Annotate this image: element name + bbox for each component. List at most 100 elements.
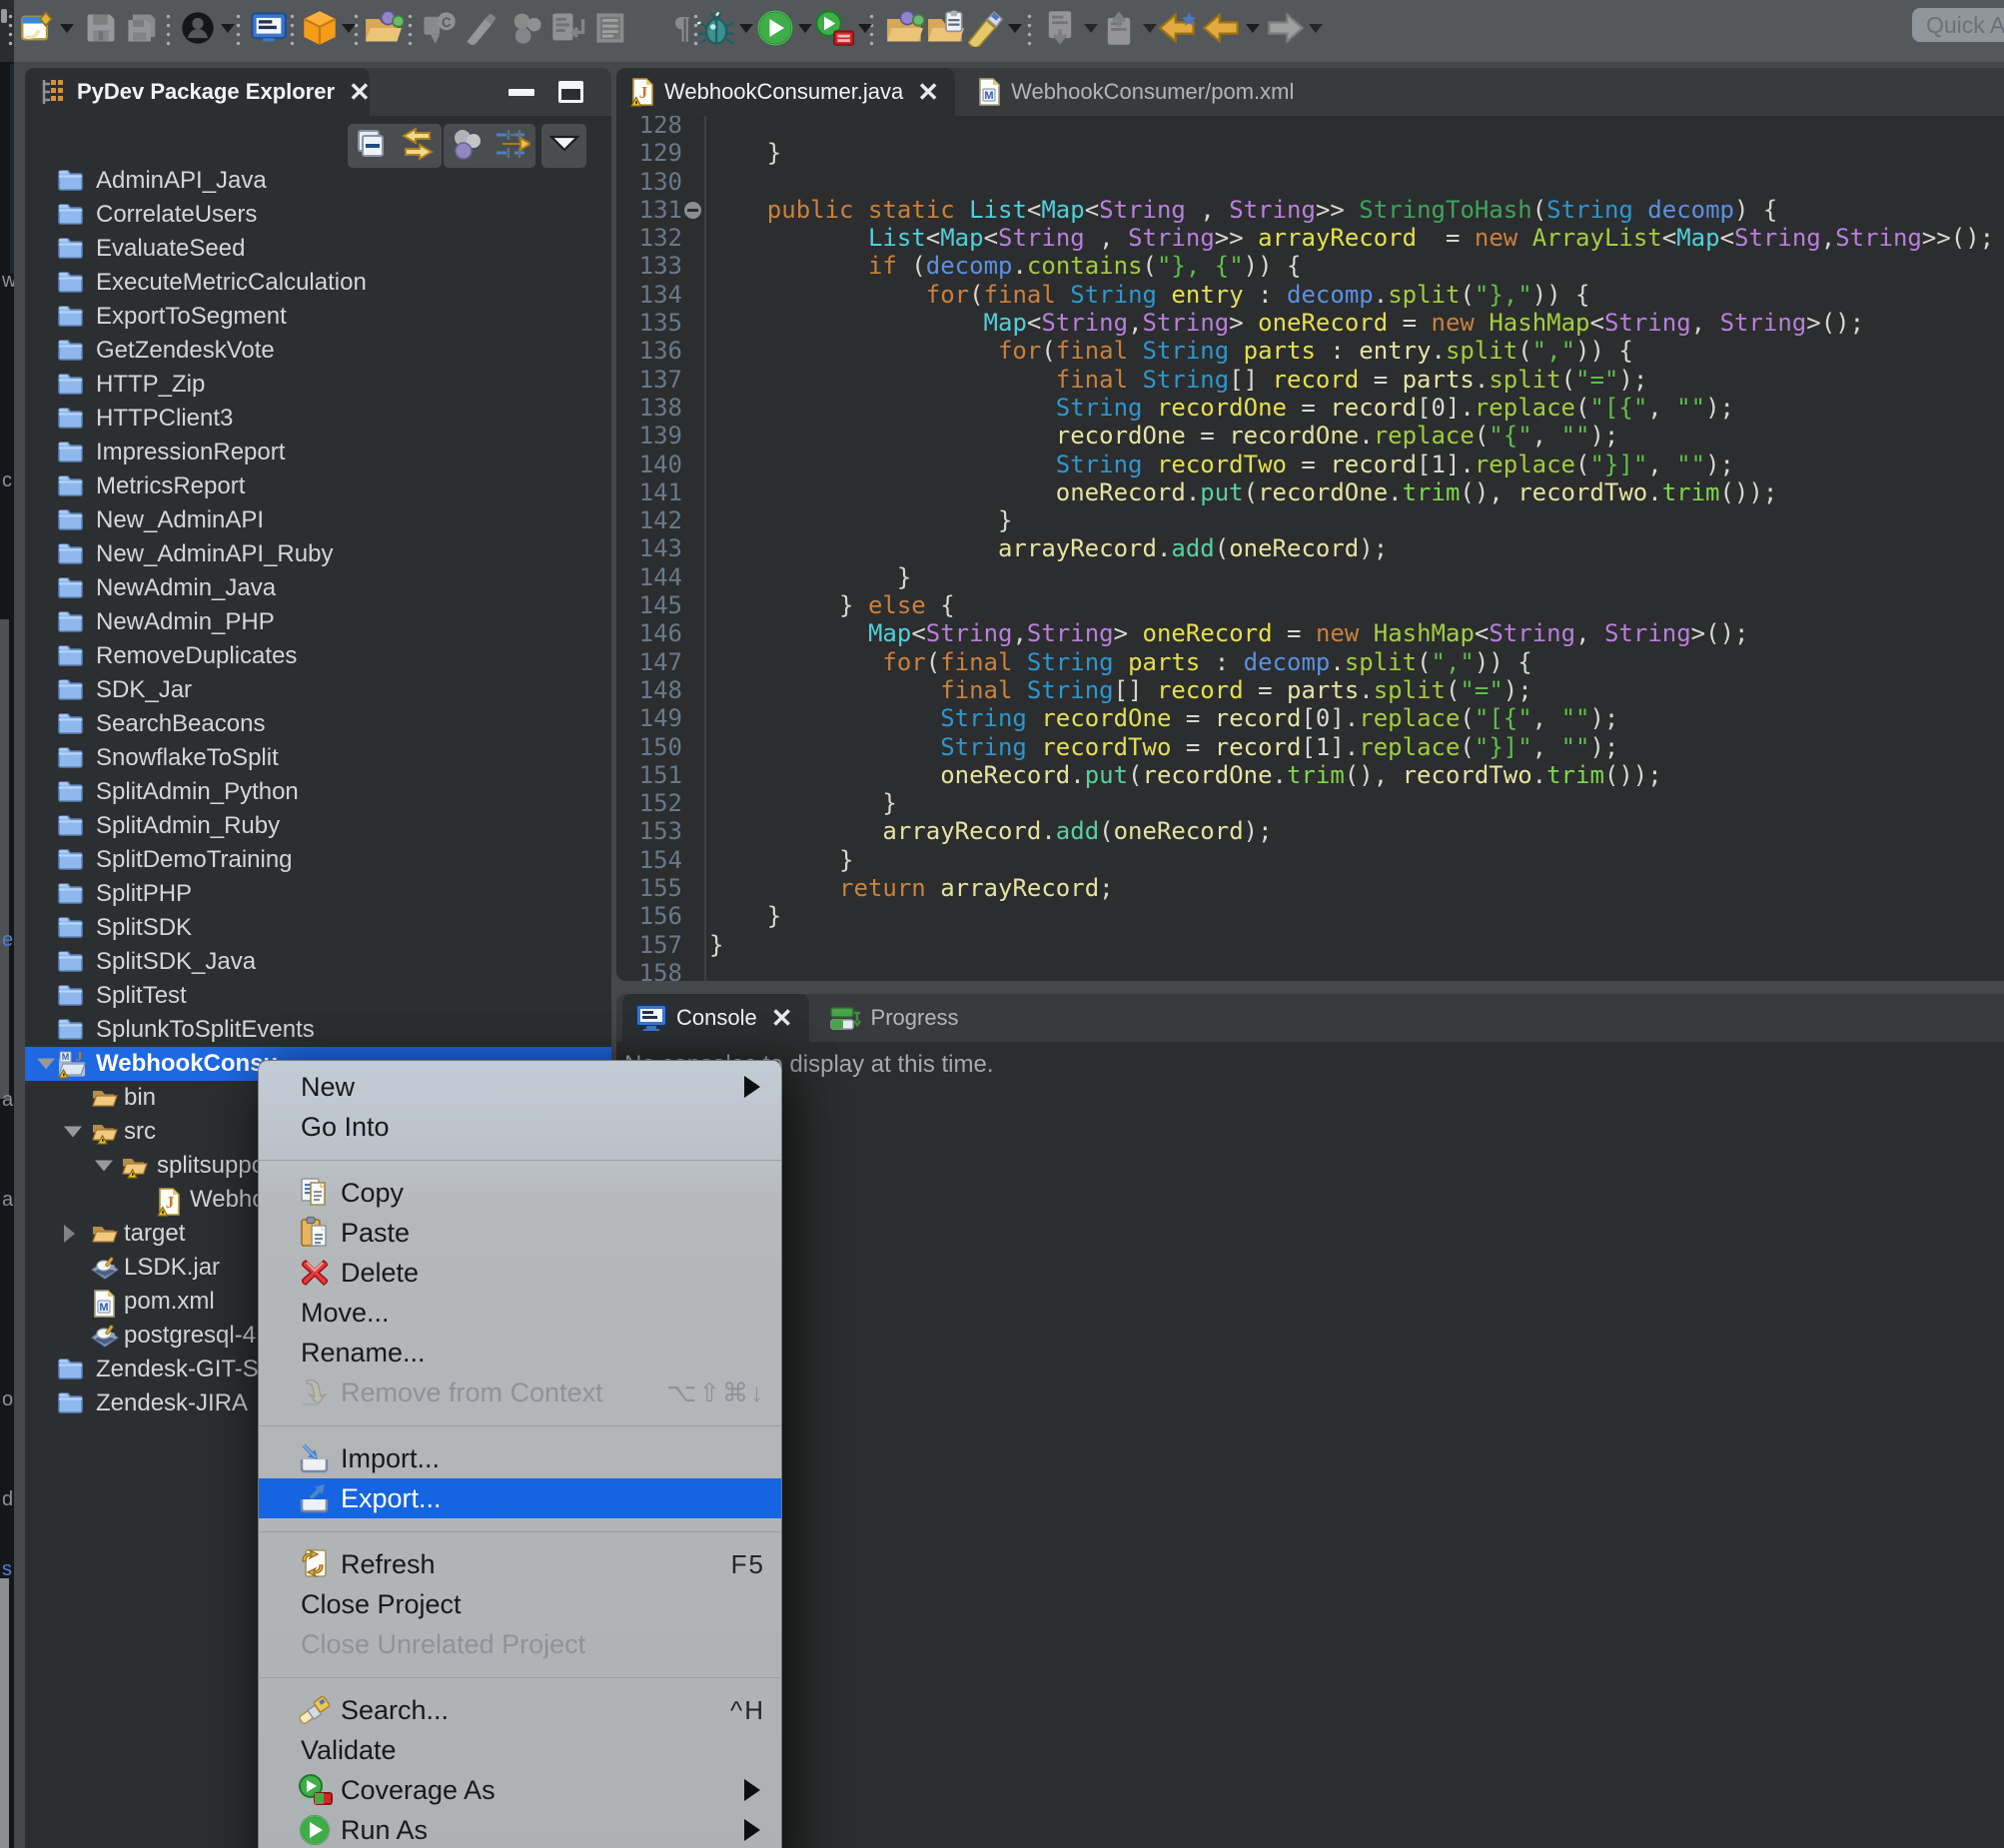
menu-item-validate[interactable]: Validate (259, 1730, 781, 1770)
expand-arrow-icon[interactable] (64, 1225, 75, 1243)
tree-item-snowflaketosplit[interactable]: SnowflakeToSplit (25, 741, 611, 775)
tab-console[interactable]: Console✕ (622, 994, 809, 1042)
close-explorer-tab-icon[interactable]: ✕ (349, 79, 371, 105)
svg-text:M: M (99, 1302, 108, 1314)
view-menu-button[interactable] (549, 135, 579, 157)
previous-annotation-dropdown-icon[interactable] (1143, 24, 1157, 33)
close-tab-icon[interactable]: ✕ (917, 79, 939, 105)
mark-occurrences-dropdown-icon[interactable] (1008, 24, 1022, 33)
tree-item-splitadmin-ruby[interactable]: SplitAdmin_Ruby (25, 809, 611, 843)
run-dropdown-icon[interactable] (798, 24, 812, 33)
debug-button[interactable] (697, 8, 753, 48)
new-wizard-button[interactable] (22, 8, 74, 48)
tree-item-executemetriccalculation[interactable]: ExecuteMetricCalculation (25, 266, 611, 300)
menu-item-search[interactable]: Search...^H (259, 1690, 781, 1730)
focus-task-button[interactable] (450, 128, 484, 165)
collapse-arrow-icon[interactable] (95, 1161, 113, 1172)
collapse-all-button[interactable] (354, 127, 388, 166)
mark-occurrences-button[interactable] (966, 8, 1022, 48)
tab-webhookconsumer-pom-xml[interactable]: MWebhookConsumer/pom.xml (963, 68, 1310, 116)
tab-pydev-package-explorer[interactable]: PyDev Package Explorer ✕ (25, 68, 370, 116)
code-line-151: 151 oneRecord.put(recordOne.trim(), reco… (616, 761, 2004, 789)
close-tab-icon[interactable]: ✕ (771, 1005, 793, 1031)
code-text: if (decomp.contains("}, {")) { (709, 252, 1301, 280)
code-line-158: 158 (616, 959, 2004, 981)
tree-item-splitphp[interactable]: SplitPHP (25, 877, 611, 911)
tree-item-metricsreport[interactable]: MetricsReport (25, 469, 611, 503)
menu-item-new[interactable]: New (259, 1067, 781, 1107)
minimize-view-icon[interactable] (508, 89, 534, 96)
quick-access-box[interactable]: Quick A (1912, 8, 2004, 42)
menu-item-label: Run As (341, 1815, 428, 1846)
tree-item-new-adminapi-ruby[interactable]: New_AdminAPI_Ruby (25, 537, 611, 571)
coverage-button[interactable] (814, 8, 872, 48)
open-task-button[interactable] (928, 8, 964, 48)
console-panel: Console✕Progress No consoles to display … (616, 994, 2004, 1848)
tree-item-newadmin-php[interactable]: NewAdmin_PHP (25, 605, 611, 639)
tree-item-splitsdk[interactable]: SplitSDK (25, 911, 611, 945)
menu-item-go-into[interactable]: Go Into (259, 1107, 781, 1147)
user-account-dropdown-icon[interactable] (221, 24, 235, 33)
tree-item-splitadmin-python[interactable]: SplitAdmin_Python (25, 775, 611, 809)
run-button[interactable] (758, 8, 812, 48)
tree-item-adminapi-java[interactable]: AdminAPI_Java (25, 164, 611, 198)
menu-item-paste[interactable]: Paste (259, 1213, 781, 1253)
tree-item-evaluateseed[interactable]: EvaluateSeed (25, 232, 611, 266)
tree-item-http-zip[interactable]: HTTP_Zip (25, 368, 611, 402)
new-folder-wizard-button[interactable] (366, 8, 402, 48)
maximize-view-icon[interactable] (558, 81, 583, 103)
menu-item-rename[interactable]: Rename... (259, 1333, 781, 1373)
coverage-dropdown-icon[interactable] (858, 24, 872, 33)
tab-webhookconsumer-java[interactable]: JWebhookConsumer.java✕ (616, 68, 955, 116)
forward-history-dropdown-icon[interactable] (1309, 24, 1323, 33)
back-history-button[interactable] (1204, 8, 1260, 48)
code-text: for(final String parts : entry.split(","… (709, 337, 1633, 365)
tree-item-searchbeacons[interactable]: SearchBeacons (25, 707, 611, 741)
menu-item-refresh[interactable]: RefreshF5 (259, 1544, 781, 1584)
collapse-arrow-icon[interactable] (64, 1127, 82, 1138)
fold-collapse-icon[interactable] (684, 202, 701, 219)
tree-item-getzendeskvote[interactable]: GetZendeskVote (25, 334, 611, 368)
tree-item-impressionreport[interactable]: ImpressionReport (25, 436, 611, 469)
menu-item-coverage-as[interactable]: Coverage As (259, 1770, 781, 1810)
code-line-141: 141 oneRecord.put(recordOne.trim(), reco… (616, 478, 2004, 506)
tree-item-correlateusers[interactable]: CorrelateUsers (25, 198, 611, 232)
debug-dropdown-icon[interactable] (739, 24, 753, 33)
menu-item-run-as[interactable]: Run As (259, 1810, 781, 1848)
tree-item-splitdemotraining[interactable]: SplitDemoTraining (25, 843, 611, 877)
tree-item-new-adminapi[interactable]: New_AdminAPI (25, 503, 611, 537)
open-type-button[interactable] (887, 8, 923, 48)
customize-view-button[interactable] (495, 127, 530, 166)
tree-item-splunktosplitevents[interactable]: SplunkToSplitEvents (25, 1013, 611, 1047)
collapse-arrow-icon[interactable] (37, 1059, 55, 1070)
tab-label: WebhookConsumer/pom.xml (1011, 79, 1294, 105)
tree-item-newadmin-java[interactable]: NewAdmin_Java (25, 571, 611, 605)
tab-progress[interactable]: Progress (817, 994, 975, 1042)
tree-item-splitsdk-java[interactable]: SplitSDK_Java (25, 945, 611, 979)
view-toolbar-group (541, 124, 586, 168)
next-annotation-dropdown-icon[interactable] (1084, 24, 1098, 33)
tree-item-removeduplicates[interactable]: RemoveDuplicates (25, 639, 611, 673)
link-with-editor-button[interactable] (400, 126, 436, 167)
perspective-cube-button[interactable] (304, 8, 356, 48)
tree-item-sdk-jar[interactable]: SDK_Jar (25, 673, 611, 707)
menu-item-close-project[interactable]: Close Project (259, 1584, 781, 1624)
user-account-button[interactable] (181, 8, 235, 48)
menu-item-delete[interactable]: Delete (259, 1253, 781, 1293)
menu-item-import[interactable]: Import... (259, 1438, 781, 1478)
tree-item-splittest[interactable]: SplitTest (25, 979, 611, 1013)
code-line-134: 134 for(final String entry : decomp.spli… (616, 281, 2004, 309)
tree-item-httpclient3[interactable]: HTTPClient3 (25, 402, 611, 436)
new-wizard-dropdown-icon[interactable] (60, 24, 74, 33)
perspective-cube-dropdown-icon[interactable] (342, 24, 356, 33)
menu-item-export[interactable]: Export... (259, 1478, 781, 1518)
last-edit-location-button[interactable] (1160, 8, 1196, 48)
menu-item-move[interactable]: Move... (259, 1293, 781, 1333)
code-editor[interactable]: 128129 }130131 public static List<Map<St… (616, 116, 2004, 981)
tree-item-exporttosegment[interactable]: ExportToSegment (25, 300, 611, 334)
open-console-button[interactable] (252, 8, 286, 48)
back-history-dropdown-icon[interactable] (1246, 24, 1260, 33)
code-text: final String[] record = parts.split("=")… (709, 366, 1647, 394)
menu-shortcut: ⌥⇧⌘↓ (666, 1378, 765, 1408)
menu-item-copy[interactable]: Copy (259, 1173, 781, 1213)
